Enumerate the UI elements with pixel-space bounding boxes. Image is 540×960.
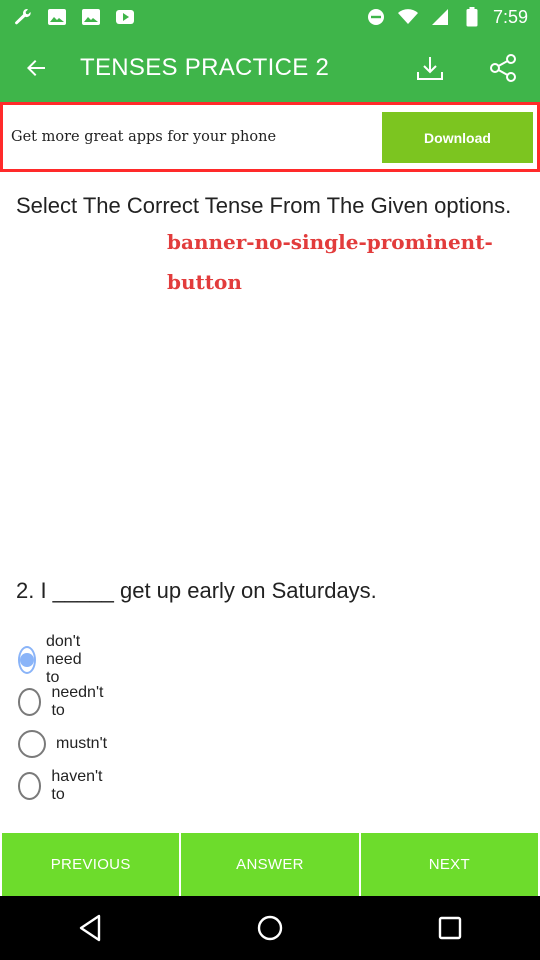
- nav-recents-button[interactable]: [420, 898, 480, 958]
- back-button[interactable]: [14, 46, 58, 90]
- battery-icon: [461, 6, 483, 28]
- arrow-back-icon: [27, 60, 45, 76]
- answer-button[interactable]: ANSWER: [181, 833, 359, 896]
- share-icon: [490, 54, 516, 82]
- ad-text: Get more great apps for your phone: [11, 129, 277, 145]
- download-icon: [417, 57, 443, 80]
- share-button[interactable]: [481, 46, 525, 90]
- signal-icon: [429, 6, 451, 28]
- question-prompt: 2. I _____ get up early on Saturdays.: [16, 578, 377, 603]
- nav-home-button[interactable]: [240, 898, 300, 958]
- play-icon: [114, 6, 136, 28]
- option-havent-to[interactable]: haven't to: [18, 768, 107, 803]
- radio-unchecked-icon[interactable]: [18, 730, 46, 758]
- status-time: 7:59: [492, 6, 528, 27]
- option-neednt-to[interactable]: needn't to: [18, 684, 108, 719]
- next-button[interactable]: NEXT: [360, 833, 538, 896]
- option-label: needn't to: [51, 684, 104, 719]
- question-instruction: Select The Correct Tense From The Given …: [16, 193, 512, 218]
- system-nav-bar: [0, 896, 540, 960]
- radio-checked-icon[interactable]: [18, 646, 36, 674]
- ad-banner[interactable]: Get more great apps for your phone Downl…: [0, 102, 540, 172]
- option-dont-need-to[interactable]: don't need to: [18, 633, 92, 686]
- radio-unchecked-icon[interactable]: [18, 688, 42, 716]
- banner-placeholder-label: banner-no-single-prominent-button: [167, 230, 493, 294]
- image-icon: [80, 6, 102, 28]
- download-button[interactable]: [408, 46, 452, 90]
- option-mustnt[interactable]: mustn't: [18, 728, 107, 760]
- wrench-icon: [12, 6, 34, 28]
- app-bar: TENSES PRACTICE 2: [0, 34, 540, 102]
- radio-unchecked-icon[interactable]: [18, 772, 42, 800]
- bottom-action-bar: PREVIOUS ANSWER NEXT: [0, 833, 540, 896]
- image-icon: [46, 6, 68, 28]
- square-recents-icon: [438, 916, 462, 940]
- option-label: mustn't: [56, 735, 108, 752]
- status-bar: 7:59: [0, 0, 540, 34]
- option-label: don't need to: [46, 633, 82, 686]
- wifi-icon: [397, 6, 419, 28]
- nav-back-button[interactable]: [60, 898, 120, 958]
- ad-download-button[interactable]: Download: [382, 112, 533, 163]
- dnd-icon: [365, 6, 387, 28]
- option-label: haven't to: [51, 768, 103, 803]
- triangle-back-icon: [79, 914, 101, 942]
- previous-button[interactable]: PREVIOUS: [2, 833, 180, 896]
- circle-home-icon: [257, 915, 283, 941]
- page-title: TENSES PRACTICE 2: [80, 54, 330, 81]
